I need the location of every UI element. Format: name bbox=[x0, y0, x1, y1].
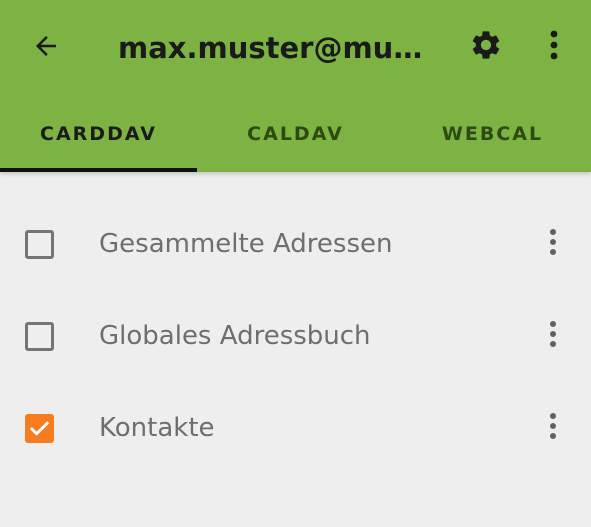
tab-webcal[interactable]: WEBCAL bbox=[394, 96, 591, 172]
tab-carddav[interactable]: CARDDAV bbox=[0, 96, 197, 172]
list-item[interactable]: Kontakte bbox=[0, 382, 591, 474]
list-item-label: Kontakte bbox=[99, 413, 215, 443]
list-item[interactable]: Globales Adressbuch bbox=[0, 290, 591, 382]
settings-button[interactable] bbox=[462, 23, 510, 71]
sync-checkbox[interactable] bbox=[25, 230, 54, 259]
more-vert-icon bbox=[548, 28, 560, 66]
addressbook-list: Gesammelte Adressen Globales Adressbuch bbox=[0, 198, 591, 474]
item-menu-button[interactable] bbox=[531, 404, 575, 452]
more-vert-icon bbox=[548, 319, 558, 353]
app-bar: max.muster@must… CARDDAV CALDAV WEBCAL bbox=[0, 0, 591, 172]
toolbar: max.muster@must… bbox=[0, 0, 591, 96]
tab-caldav[interactable]: CALDAV bbox=[197, 96, 394, 172]
more-vert-icon bbox=[548, 411, 558, 445]
more-vert-icon bbox=[548, 227, 558, 261]
account-title: max.muster@must… bbox=[118, 31, 436, 65]
gear-icon bbox=[469, 28, 503, 66]
sync-checkbox[interactable] bbox=[25, 414, 54, 443]
item-menu-button[interactable] bbox=[531, 220, 575, 268]
overflow-menu-button[interactable] bbox=[530, 23, 578, 71]
list-item-label: Globales Adressbuch bbox=[99, 321, 371, 351]
back-button[interactable] bbox=[22, 24, 70, 72]
list-item[interactable]: Gesammelte Adressen bbox=[0, 198, 591, 290]
tab-bar: CARDDAV CALDAV WEBCAL bbox=[0, 96, 591, 172]
arrow-back-icon bbox=[31, 31, 61, 65]
item-menu-button[interactable] bbox=[531, 312, 575, 360]
list-item-label: Gesammelte Adressen bbox=[99, 229, 393, 259]
sync-checkbox[interactable] bbox=[25, 322, 54, 351]
